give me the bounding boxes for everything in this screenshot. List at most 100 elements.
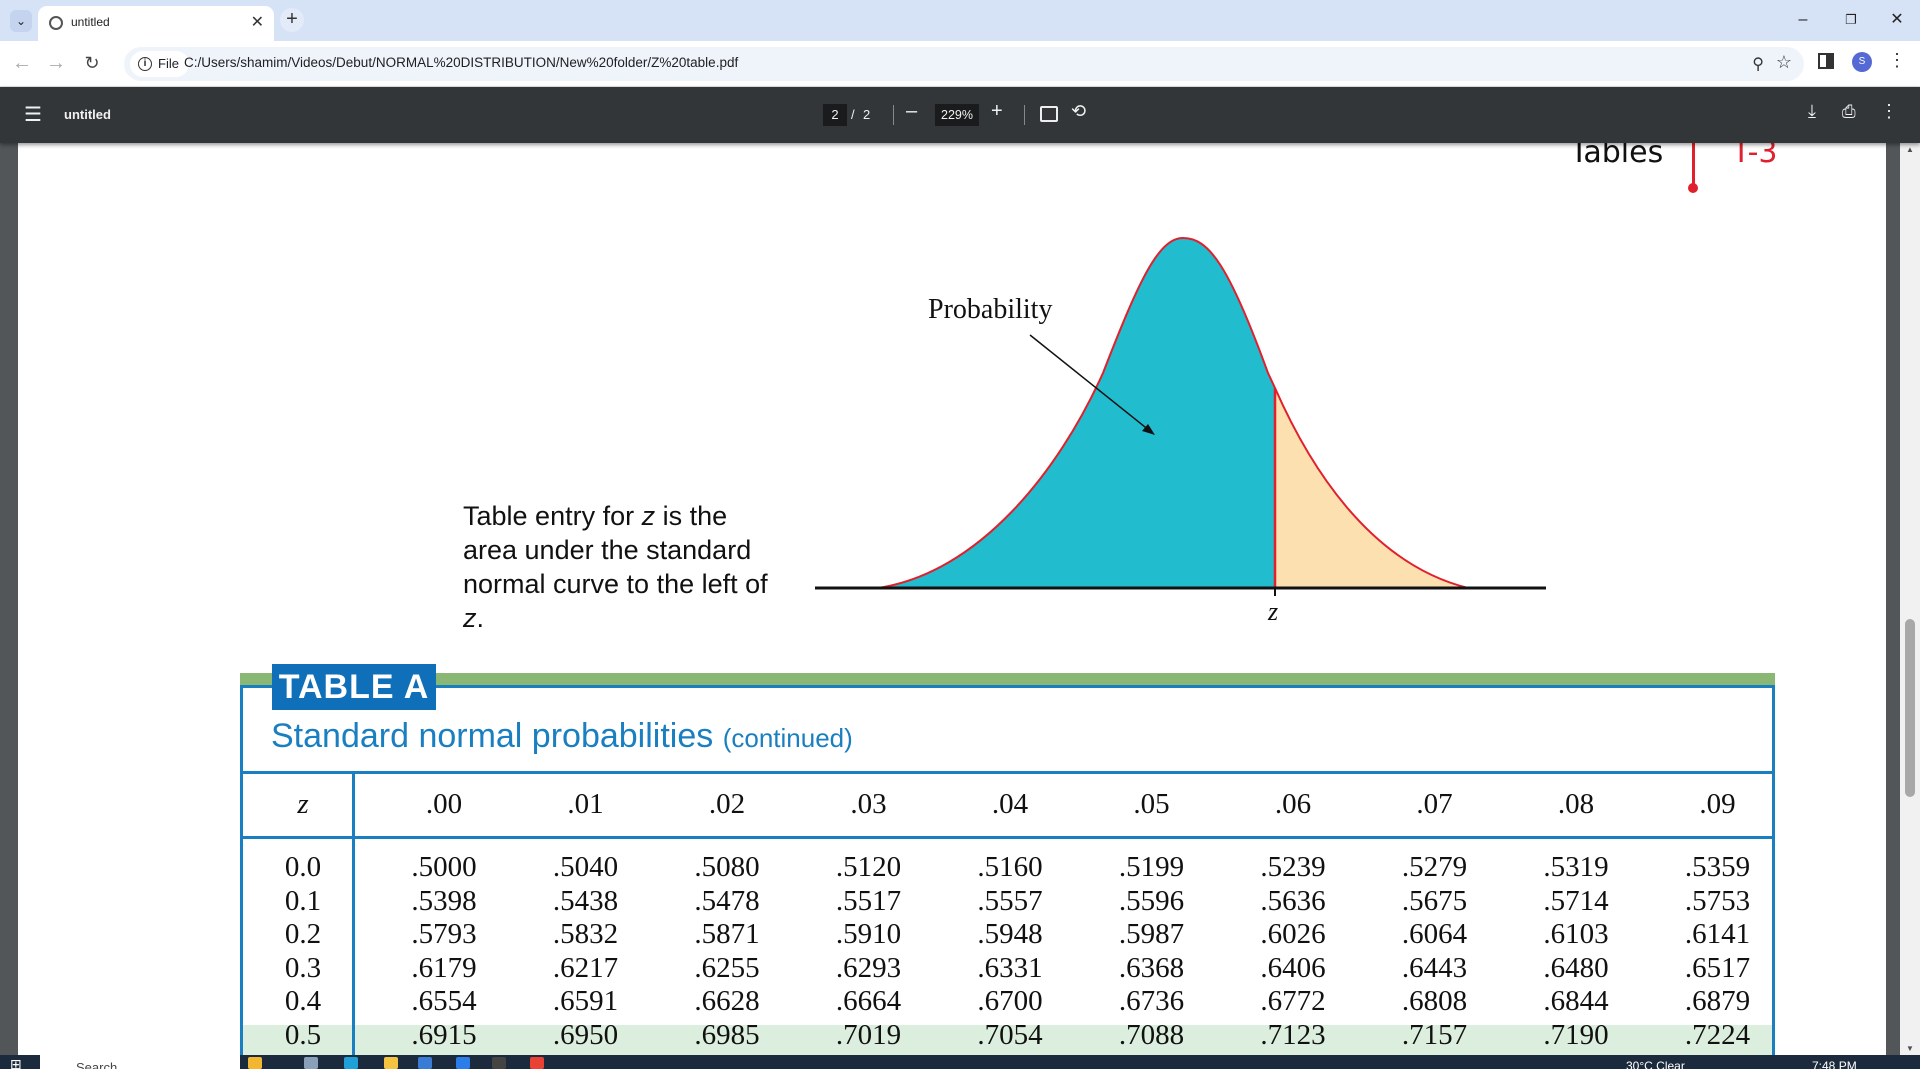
- table-cell: .7190: [1543, 1018, 1609, 1051]
- side-panel-icon[interactable]: [1818, 53, 1834, 69]
- table-cell: .6554: [411, 985, 477, 1017]
- table-cell: .5120: [835, 851, 902, 883]
- terminal-icon[interactable]: [492, 1057, 506, 1069]
- table-cell: .5557: [977, 884, 1043, 917]
- table-cell: .5596: [1118, 884, 1185, 917]
- minimize-icon[interactable]: –: [1780, 8, 1826, 32]
- column-header: .04: [991, 788, 1029, 820]
- z-column-rule: [352, 771, 355, 1055]
- table-cell: .5478: [694, 884, 760, 917]
- table-cell: .7123: [1260, 1018, 1326, 1051]
- column-header: .01: [567, 788, 604, 820]
- table-cell: .6217: [552, 951, 619, 984]
- bookmark-star-icon[interactable]: ☆: [1776, 52, 1792, 73]
- toolbar-divider: [893, 105, 894, 125]
- download-icon[interactable]: ⤓: [1808, 101, 1816, 122]
- table-cell: .6772: [1260, 985, 1326, 1017]
- vertical-scrollbar[interactable]: ▲ ▼: [1900, 143, 1920, 1055]
- print-icon[interactable]: ⎙: [1842, 102, 1856, 122]
- task-view-icon[interactable]: [304, 1057, 318, 1069]
- table-title-text: Standard normal probabilities: [271, 717, 714, 755]
- tab-close-icon[interactable]: ✕: [251, 12, 264, 32]
- windows-start-icon[interactable]: ⊞: [10, 1057, 24, 1069]
- site-info-chip[interactable]: i File: [130, 51, 189, 77]
- table-cell: .7054: [977, 1018, 1043, 1051]
- table-title-note: (continued): [722, 723, 853, 753]
- browser-toolbar: ← → ↻ i File C:/Users/shamim/Videos/Debu…: [0, 41, 1920, 87]
- z-row-label: 0.4: [284, 985, 322, 1017]
- zoom-level-input[interactable]: 229%: [935, 104, 979, 126]
- table-cell: .5714: [1543, 884, 1609, 917]
- taskbar: ⊞ Search 30°C Clear 7:48 PM: [0, 1055, 1920, 1069]
- table-cell: .5398: [411, 884, 477, 917]
- taskbar-search-placeholder: Search: [76, 1060, 118, 1069]
- scroll-down-icon[interactable]: ▼: [1906, 1044, 1914, 1053]
- widgets-icon[interactable]: [248, 1057, 262, 1069]
- column-header: .07: [1416, 788, 1453, 820]
- forward-arrow-icon[interactable]: →: [42, 49, 70, 77]
- table-cell: .6255: [694, 951, 760, 984]
- reload-icon[interactable]: ↻: [78, 49, 106, 77]
- zoom-magnifier-icon[interactable]: ⚲: [1752, 54, 1764, 74]
- browser-tab[interactable]: untitled ✕: [38, 6, 274, 41]
- z-row-label: 0.1: [284, 884, 322, 917]
- normal-curve-figure: Probability z: [815, 236, 1546, 626]
- new-tab-button[interactable]: +: [280, 8, 304, 32]
- column-header: .06: [1274, 788, 1312, 820]
- table-cell: .5910: [835, 918, 902, 950]
- table-cell: .7019: [835, 1018, 902, 1051]
- mail-icon[interactable]: [456, 1057, 470, 1069]
- more-options-icon[interactable]: ⋮: [1880, 101, 1898, 122]
- browser-menu-icon[interactable]: ⋮: [1888, 50, 1906, 71]
- table-cell: .5319: [1543, 851, 1609, 883]
- file-explorer-icon[interactable]: [384, 1057, 398, 1069]
- tab-search-chevron-icon[interactable]: ⌄: [10, 10, 32, 32]
- table-cell: .6064: [1401, 918, 1468, 950]
- z-row-label: 0.3: [284, 951, 322, 984]
- zoom-in-icon[interactable]: +: [991, 100, 1003, 123]
- table-cell: .5675: [1401, 884, 1468, 917]
- table-title: Standard normal probabilities (continued…: [271, 717, 853, 756]
- table-cell: .5871: [694, 918, 760, 950]
- table-cell: .7088: [1118, 1018, 1185, 1051]
- table-cell: .6664: [835, 985, 902, 1017]
- weather-status[interactable]: 30°C Clear: [1626, 1056, 1685, 1069]
- edge-icon[interactable]: [344, 1057, 358, 1069]
- profile-avatar[interactable]: S: [1852, 52, 1872, 72]
- rotate-icon[interactable]: ⟲: [1071, 101, 1086, 122]
- clock[interactable]: 7:48 PM: [1812, 1056, 1857, 1069]
- table-cell: .6591: [552, 985, 619, 1017]
- page-number-input[interactable]: 2: [823, 104, 847, 126]
- table-cell: .6985: [694, 1018, 760, 1051]
- pdf-viewport[interactable]: Tables T-3 Probability z Table entry for…: [0, 143, 1920, 1055]
- scroll-thumb[interactable]: [1905, 619, 1915, 797]
- zoom-out-icon[interactable]: –: [906, 100, 917, 123]
- taskbar-search[interactable]: Search: [40, 1055, 240, 1069]
- page-total: 2: [863, 107, 871, 122]
- z-row-label: 0.0: [284, 851, 322, 883]
- table-cell: .5987: [1118, 918, 1185, 950]
- url-text[interactable]: C:/Users/shamim/Videos/Debut/NORMAL%20DI…: [184, 55, 738, 70]
- column-header: .09: [1699, 788, 1736, 820]
- title-rule: [240, 771, 1775, 774]
- tab-strip: ⌄ untitled ✕ + – ❐ ✕: [0, 0, 1920, 41]
- pdf-toolbar: ☰ untitled 2 / 2 – 229% + ⟲ ⤓ ⎙ ⋮: [0, 87, 1920, 143]
- table-cell: .5160: [977, 851, 1043, 883]
- z-row-label: 0.2: [284, 918, 322, 950]
- table-cell: .5793: [411, 918, 477, 950]
- fit-to-page-icon[interactable]: [1040, 106, 1058, 122]
- back-arrow-icon[interactable]: ←: [8, 49, 36, 77]
- address-bar[interactable]: i File C:/Users/shamim/Videos/Debut/NORM…: [124, 47, 1804, 81]
- table-cell: .7224: [1684, 1018, 1751, 1051]
- table-cell: .5199: [1118, 851, 1185, 883]
- table-cell: .6331: [977, 951, 1043, 984]
- restore-icon[interactable]: ❐: [1828, 8, 1874, 32]
- store-icon[interactable]: [418, 1057, 432, 1069]
- hamburger-menu-icon[interactable]: ☰: [24, 102, 42, 127]
- scroll-up-icon[interactable]: ▲: [1906, 145, 1914, 154]
- table-cell: .6480: [1543, 951, 1609, 984]
- z-row-label: 0.5: [284, 1018, 322, 1051]
- window-close-icon[interactable]: ✕: [1874, 8, 1920, 32]
- chrome-icon[interactable]: [530, 1057, 544, 1069]
- table-cell: .7157: [1401, 1018, 1468, 1051]
